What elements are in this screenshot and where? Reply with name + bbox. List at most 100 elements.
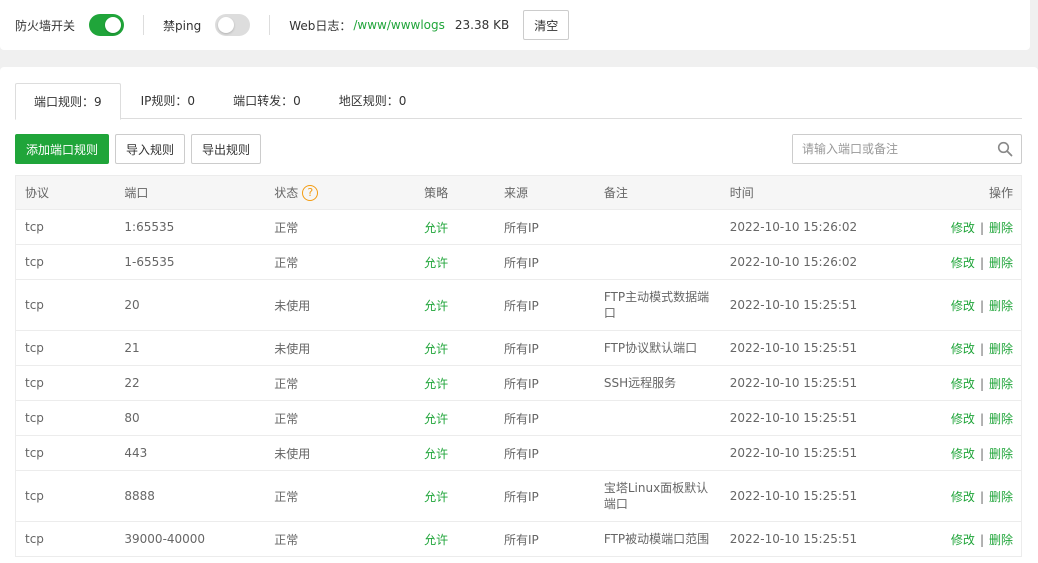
toggle-knob	[218, 17, 235, 33]
edit-link[interactable]: 修改	[951, 490, 975, 504]
ping-toggle[interactable]	[215, 14, 251, 36]
search-icon[interactable]	[997, 141, 1013, 157]
cell-status: 正常	[265, 400, 416, 436]
cell-policy: 允许	[415, 209, 495, 245]
delete-link[interactable]: 删除	[989, 412, 1013, 426]
tab-port-forward[interactable]: 端口转发：0	[215, 83, 319, 119]
cell-actions: 修改 | 删除	[910, 400, 1022, 436]
cell-note	[594, 435, 721, 471]
cell-actions: 修改 | 删除	[910, 521, 1022, 557]
cell-policy: 允许	[415, 521, 495, 557]
cell-time: 2022-10-10 15:25:51	[720, 330, 911, 366]
cell-time: 2022-10-10 15:26:02	[720, 244, 911, 280]
rule-tabs: 端口规则：9 IP规则：0 端口转发：0 地区规则：0	[15, 83, 1022, 120]
cell-source: 所有IP	[494, 435, 595, 471]
cell-time: 2022-10-10 15:25:51	[720, 279, 911, 331]
col-policy: 策略	[415, 175, 495, 210]
edit-link[interactable]: 修改	[951, 412, 975, 426]
web-log-path[interactable]: /www/wwwlogs	[353, 18, 445, 32]
delete-link[interactable]: 删除	[989, 256, 1013, 270]
cell-protocol: tcp	[15, 365, 116, 401]
delete-link[interactable]: 删除	[989, 447, 1013, 461]
cell-policy: 允许	[415, 400, 495, 436]
delete-link[interactable]: 删除	[989, 299, 1013, 313]
cell-actions: 修改 | 删除	[910, 330, 1022, 366]
cell-source: 所有IP	[494, 470, 595, 522]
cell-policy: 允许	[415, 435, 495, 471]
cell-protocol: tcp	[15, 209, 116, 245]
tab-ip-rules[interactable]: IP规则：0	[123, 83, 213, 119]
table-row: tcp 80 正常 允许 所有IP 2022-10-10 15:25:51 修改 | 删除	[15, 400, 1022, 436]
action-separator: |	[979, 220, 984, 235]
action-separator: |	[979, 532, 984, 547]
col-protocol: 协议	[15, 175, 116, 210]
port-rules-table: 协议 端口 状态? 策略 来源 备注 时间 操作 tcp 1:65535 正常 允许所…	[15, 175, 1022, 557]
cell-policy: 允许	[415, 365, 495, 401]
delete-link[interactable]: 删除	[989, 377, 1013, 391]
edit-link[interactable]: 修改	[951, 533, 975, 547]
add-port-rule-button[interactable]: 添加端口规则	[15, 134, 110, 164]
cell-port: 443	[115, 435, 266, 471]
cell-time: 2022-10-10 15:25:51	[720, 435, 911, 471]
cell-actions: 修改 | 删除	[910, 209, 1022, 245]
cell-time: 2022-10-10 15:25:51	[720, 521, 911, 557]
cell-port: 22	[115, 365, 266, 401]
col-actions: 操作	[910, 175, 1022, 210]
import-rules-button[interactable]: 导入规则	[115, 134, 186, 164]
action-separator: |	[979, 376, 984, 391]
table-row: tcp 8888 正常 允许 所有IP 宝塔Linux面板默认端口 2022-10-10 1…	[15, 470, 1022, 522]
cell-actions: 修改 | 删除	[910, 279, 1022, 331]
cell-actions: 修改 | 删除	[910, 435, 1022, 471]
cell-time: 2022-10-10 15:25:51	[720, 400, 911, 436]
col-status-label: 状态	[274, 185, 299, 200]
cell-note: FTP被动模端口范围	[594, 521, 721, 557]
cell-source: 所有IP	[494, 365, 595, 401]
col-note: 备注	[594, 175, 721, 210]
cell-actions: 修改 | 删除	[910, 365, 1022, 401]
cell-note	[594, 209, 721, 245]
cell-port: 1-65535	[115, 244, 266, 280]
cell-status: 正常	[265, 365, 416, 401]
table-row: tcp 21 未使用 允许 所有IP FTP协议默认端口 2022-10-10 15:25:…	[15, 330, 1022, 366]
edit-link[interactable]: 修改	[951, 221, 975, 235]
firewall-toggle[interactable]	[89, 14, 125, 36]
cell-port: 1:65535	[115, 209, 266, 245]
cell-policy: 允许	[415, 244, 495, 280]
action-separator: |	[979, 255, 984, 270]
cell-note: SSH远程服务	[594, 365, 721, 401]
help-icon[interactable]: ?	[302, 185, 319, 202]
action-separator: |	[979, 298, 984, 313]
table-row: tcp 443 未使用 允许 所有IP 2022-10-10 15:25:51 修改 | 删除	[15, 435, 1022, 471]
cell-time: 2022-10-10 15:25:51	[720, 470, 911, 522]
cell-status: 正常	[265, 470, 416, 522]
action-separator: |	[979, 446, 984, 461]
search-input[interactable]	[793, 135, 988, 163]
edit-link[interactable]: 修改	[951, 342, 975, 356]
delete-link[interactable]: 删除	[989, 342, 1013, 356]
delete-link[interactable]: 删除	[989, 221, 1013, 235]
edit-link[interactable]: 修改	[951, 256, 975, 270]
clear-log-button[interactable]: 清空	[523, 10, 570, 40]
table-row: tcp 1:65535 正常 允许 所有IP 2022-10-10 15:26:02 修改 |…	[15, 209, 1022, 245]
tab-region-rules[interactable]: 地区规则：0	[321, 83, 425, 119]
cell-protocol: tcp	[15, 435, 116, 471]
edit-link[interactable]: 修改	[951, 377, 975, 391]
cell-note: FTP协议默认端口	[594, 330, 721, 366]
top-settings-bar: 防火墙开关 禁ping Web日志： /www/wwwlogs 23.38 KB…	[0, 0, 1030, 50]
cell-status: 正常	[265, 209, 416, 245]
delete-link[interactable]: 删除	[989, 490, 1013, 504]
edit-link[interactable]: 修改	[951, 447, 975, 461]
col-status: 状态?	[265, 175, 416, 210]
cell-protocol: tcp	[15, 244, 116, 280]
cell-note: 宝塔Linux面板默认端口	[594, 470, 721, 522]
cell-time: 2022-10-10 15:26:02	[720, 209, 911, 245]
delete-link[interactable]: 删除	[989, 533, 1013, 547]
export-rules-button[interactable]: 导出规则	[191, 134, 262, 164]
cell-policy: 允许	[415, 470, 495, 522]
edit-link[interactable]: 修改	[951, 299, 975, 313]
tab-port-rules[interactable]: 端口规则：9	[15, 83, 121, 120]
cell-protocol: tcp	[15, 470, 116, 522]
cell-note: FTP主动模式数据端口	[594, 279, 721, 331]
cell-protocol: tcp	[15, 400, 116, 436]
divider	[143, 15, 145, 35]
